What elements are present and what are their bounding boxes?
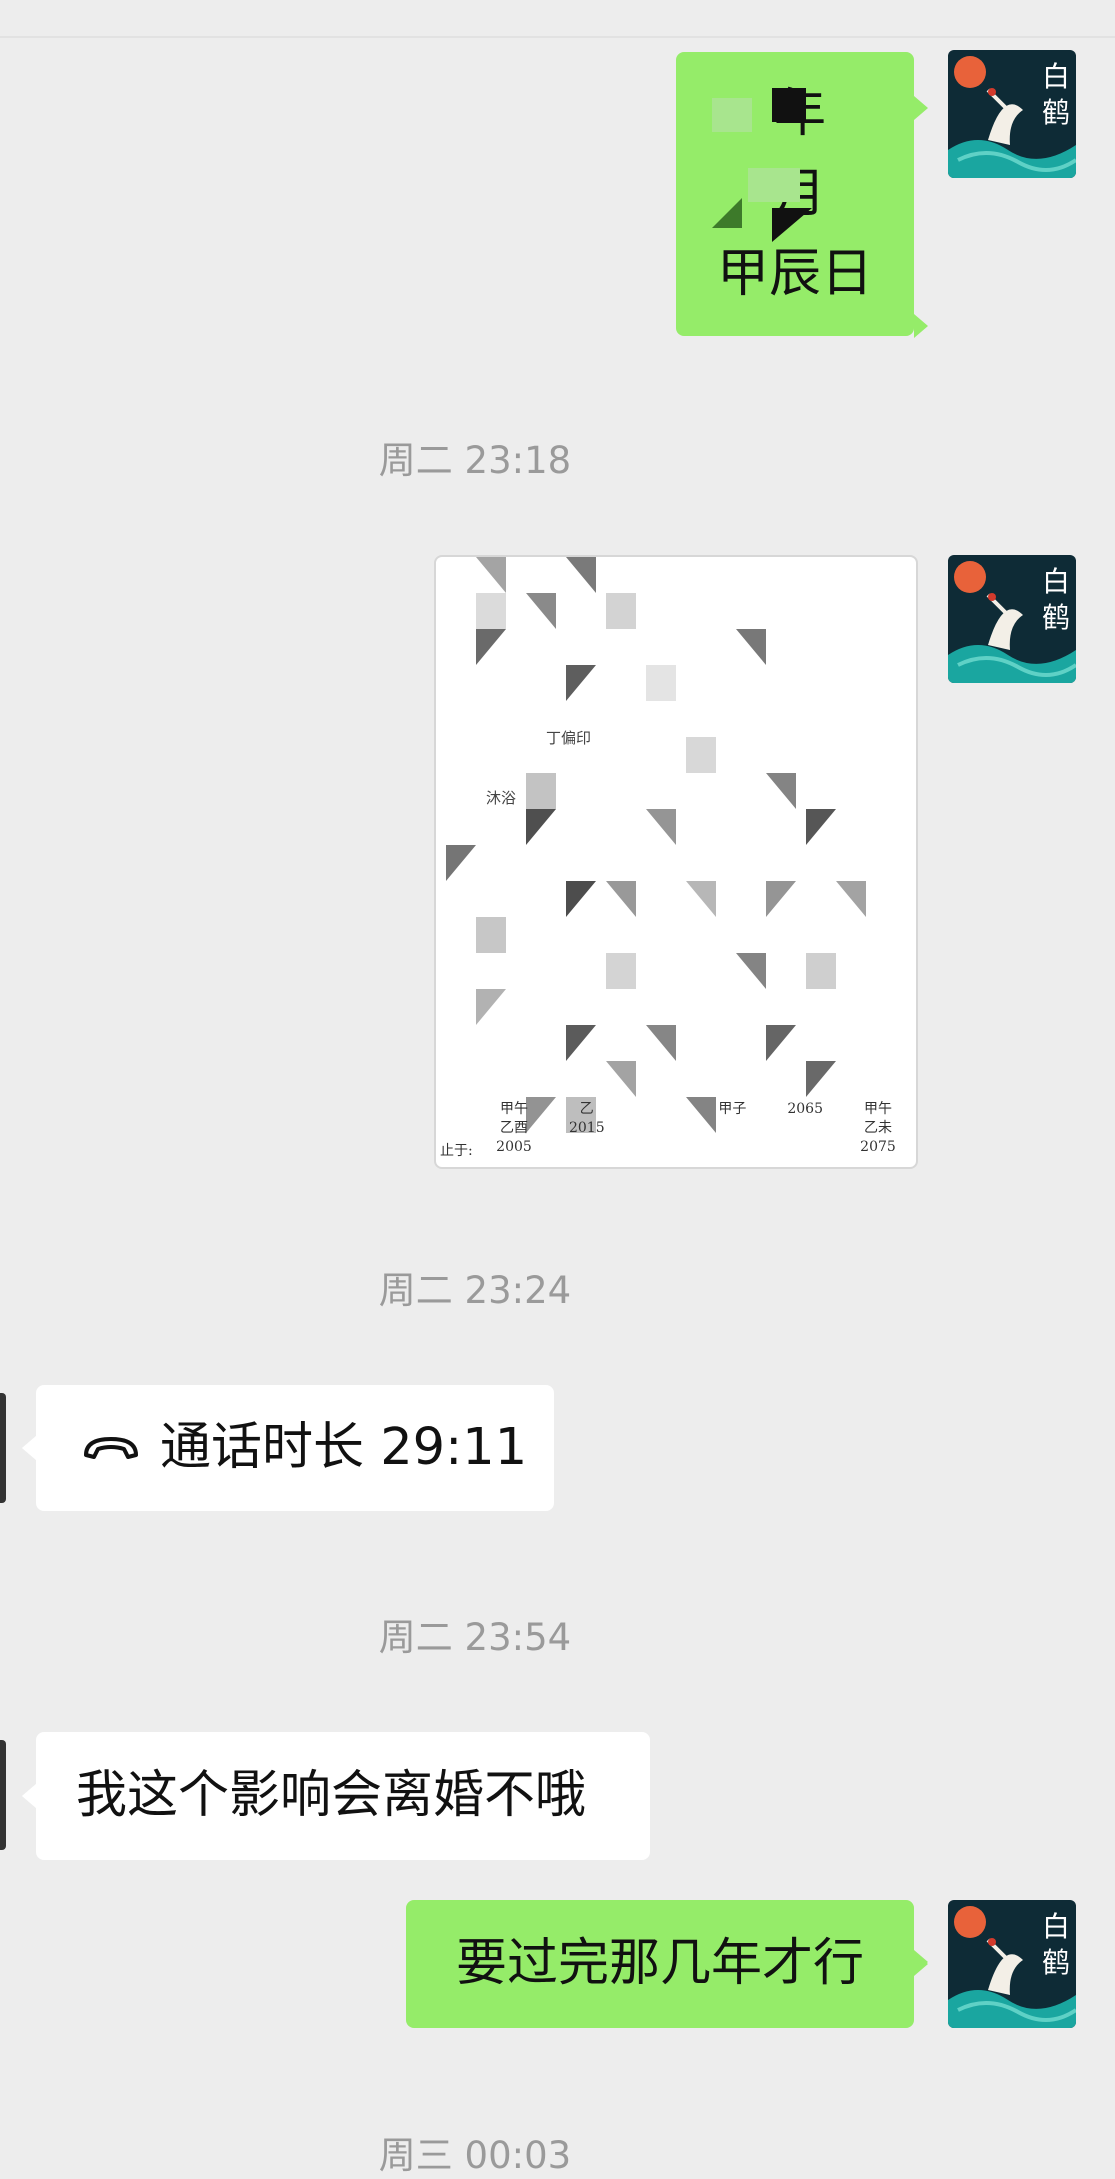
image-side-label: 沐浴 [486,789,517,807]
bottom-cell [632,1100,688,1157]
image-caption-row: 丁偏印 [546,729,592,747]
other-avatar-edge [0,1740,6,1850]
call-duration-text: 通话时长 29:11 [160,1418,528,1477]
my-avatar[interactable]: 白 鹤 [948,50,1076,178]
bottom-cell: 甲午 乙酉 2005 [496,1101,532,1155]
bubble-tail [914,96,928,120]
pixelated-chart-image [446,557,866,1133]
other-message-bubble[interactable]: 我这个影响会离婚不哦 [22,1732,650,1860]
bottom-prefix: 止于: [440,1143,473,1159]
message-text: 我这个影响会离婚不哦 [76,1766,587,1825]
bubble-tail [914,1950,928,1974]
timestamp: 周二 23:54 [378,1616,572,1659]
bottom-cell: 甲午 乙未 2075 [860,1101,896,1155]
svg-text:白: 白 [1042,565,1070,598]
image-message[interactable]: 丁偏印 沐浴 止于: 甲午 乙酉 2005 乙 2015 甲子 2065 甲午 乙未 20… [434,555,918,1169]
svg-text:鹤: 鹤 [1042,601,1070,634]
svg-text:鹤: 鹤 [1042,1946,1070,1979]
top-divider [0,0,1115,38]
my-message-bubble[interactable]: 要过完那几年才行 [406,1900,928,2028]
svg-text:白: 白 [1042,1910,1070,1943]
avatar-title-2: 鹤 [1042,96,1070,129]
my-message-bubble[interactable]: .b1::after{} 年 月 甲辰日 [676,52,928,338]
bottom-cell: 2065 [787,1101,823,1117]
message-text: 要过完那几年才行 [455,1934,864,1993]
bottom-cell: 甲子 [718,1101,747,1117]
timestamp: 周二 23:24 [378,1269,572,1312]
timestamp: 周二 23:18 [378,439,572,482]
my-avatar[interactable]: 白 鹤 [948,1900,1076,2028]
my-avatar[interactable]: 白 鹤 [948,555,1076,683]
bubble-tail [22,1436,36,1460]
other-avatar-edge [0,1393,6,1503]
timestamp: 周三 00:03 [378,2134,572,2177]
bottom-cell: 乙 2015 [568,1101,605,1136]
avatar-title-1: 白 [1042,60,1070,93]
phone-hangup-icon [80,1433,142,1463]
bubble-tail [22,1784,36,1808]
censored-mosaic [712,88,822,258]
call-record-bubble[interactable]: 通话时长 29:11 [22,1385,554,1511]
